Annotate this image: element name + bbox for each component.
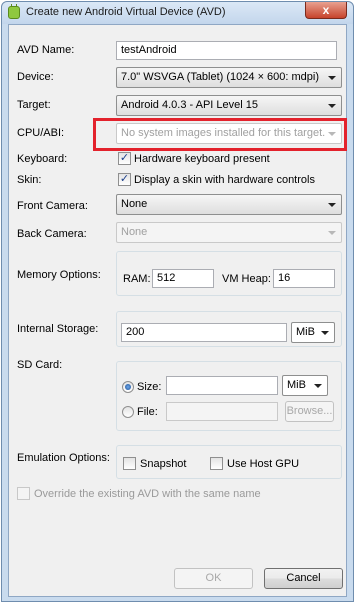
target-label: Target: (17, 99, 51, 111)
sd-file-input[interactable] (166, 402, 278, 421)
android-icon (8, 4, 20, 19)
chevron-down-icon (328, 104, 336, 108)
internal-storage-unit: MiB (296, 326, 315, 338)
override-label: Override the existing AVD with the same … (34, 488, 261, 500)
dialog-window: Create new Android Virtual Device (AVD) … (1, 1, 354, 602)
skin-checkbox[interactable]: ✓ (118, 173, 131, 186)
sd-file-radio[interactable] (122, 406, 134, 418)
sd-size-unit-select[interactable]: MiB (282, 375, 328, 396)
sd-size-input[interactable] (166, 376, 278, 395)
vm-heap-label: VM Heap: (222, 273, 271, 285)
device-label: Device: (17, 71, 54, 83)
target-select[interactable]: Android 4.0.3 - API Level 15 (116, 95, 342, 116)
avd-name-input[interactable]: testAndroid (116, 41, 337, 60)
front-camera-label: Front Camera: (17, 200, 88, 212)
ram-label: RAM: (123, 273, 151, 285)
sd-file-label: File: (137, 406, 158, 418)
snapshot-checkbox[interactable] (123, 457, 136, 470)
chevron-down-icon (328, 76, 336, 80)
skin-label: Skin: (17, 174, 42, 186)
use-host-gpu-checkbox[interactable] (210, 457, 223, 470)
window-title: Create new Android Virtual Device (AVD) (26, 6, 226, 18)
front-camera-value: None (121, 198, 148, 210)
device-value: 7.0" WSVGA (Tablet) (1024 × 600: mdpi) (121, 71, 320, 83)
use-host-gpu-label: Use Host GPU (227, 458, 300, 470)
sd-size-unit: MiB (287, 379, 306, 391)
emulation-options-label: Emulation Options: (17, 452, 110, 464)
front-camera-select[interactable]: None (116, 194, 342, 215)
ram-input[interactable]: 512 (152, 269, 214, 288)
chevron-down-icon (321, 331, 329, 335)
sd-size-radio[interactable] (122, 381, 134, 393)
dialog-client: AVD Name: testAndroid Device: 7.0" WSVGA… (8, 24, 347, 597)
sd-card-label: SD Card: (17, 359, 63, 371)
memory-options-label: Memory Options: (17, 269, 101, 281)
avd-name-label: AVD Name: (17, 44, 75, 56)
internal-storage-unit-select[interactable]: MiB (291, 322, 335, 343)
keyboard-checkbox-label: Hardware keyboard present (134, 153, 270, 165)
cpu-abi-label: CPU/ABI: (17, 127, 65, 139)
chevron-down-icon (328, 203, 336, 207)
device-select[interactable]: 7.0" WSVGA (Tablet) (1024 × 600: mdpi) (116, 67, 342, 88)
vm-heap-input[interactable]: 16 (273, 269, 335, 288)
internal-storage-label: Internal Storage: (17, 323, 99, 335)
browse-button[interactable]: Browse... (285, 401, 334, 422)
override-checkbox[interactable] (17, 487, 30, 500)
ok-button[interactable]: OK (174, 568, 253, 589)
chevron-down-icon (314, 384, 322, 388)
back-camera-select[interactable]: None (116, 222, 342, 243)
skin-checkbox-label: Display a skin with hardware controls (134, 174, 315, 186)
back-camera-label: Back Camera: (17, 228, 87, 240)
keyboard-checkbox[interactable]: ✓ (118, 152, 131, 165)
cancel-button[interactable]: Cancel (264, 568, 343, 589)
target-value: Android 4.0.3 - API Level 15 (121, 99, 258, 111)
chevron-down-icon (328, 231, 336, 235)
snapshot-label: Snapshot (140, 458, 187, 470)
close-button[interactable]: x (305, 2, 347, 19)
back-camera-value: None (121, 226, 148, 238)
title-bar[interactable]: Create new Android Virtual Device (AVD) … (2, 2, 353, 24)
keyboard-label: Keyboard: (17, 153, 68, 165)
red-highlight-box (93, 118, 347, 151)
sd-size-label: Size: (137, 381, 162, 393)
internal-storage-input[interactable]: 200 (121, 323, 287, 342)
